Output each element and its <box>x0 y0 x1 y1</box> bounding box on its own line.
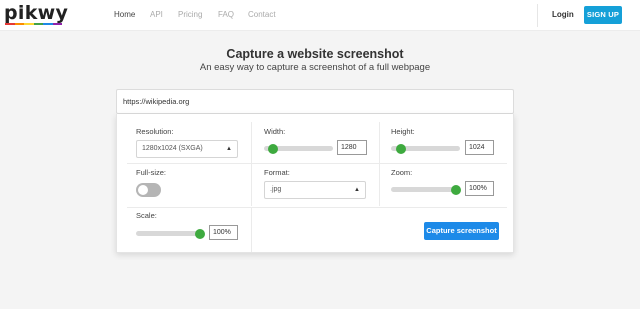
nav-pricing[interactable]: Pricing <box>178 10 202 20</box>
height-label: Height: <box>391 127 415 136</box>
toggle-knob <box>138 185 148 195</box>
logo-bar-segment <box>14 23 24 25</box>
panel-divider <box>251 208 252 252</box>
logo-text: pikwy <box>4 2 69 24</box>
header-divider <box>537 4 538 27</box>
zoom-slider-track[interactable] <box>391 187 460 192</box>
nav-contact[interactable]: Contact <box>248 10 276 20</box>
logo-bar-segment <box>52 23 62 25</box>
scale-label: Scale: <box>136 211 157 220</box>
height-slider-thumb[interactable] <box>396 144 406 154</box>
format-label: Format: <box>264 168 290 177</box>
fullsize-toggle[interactable] <box>136 183 161 197</box>
resolution-label: Resolution: <box>136 127 174 136</box>
top-header: pikwy Home API Pricing FAQ Contact Login… <box>0 0 640 31</box>
nav-api[interactable]: API <box>150 10 163 20</box>
scale-input[interactable]: 100% <box>209 225 238 240</box>
panel-divider <box>379 122 380 206</box>
scale-slider-track[interactable] <box>136 231 204 236</box>
panel-divider <box>127 207 507 208</box>
zoom-slider-thumb[interactable] <box>451 185 461 195</box>
scale-slider-thumb[interactable] <box>195 229 205 239</box>
fullsize-label: Full-size: <box>136 168 167 177</box>
url-input[interactable] <box>116 89 514 114</box>
height-input[interactable]: 1024 <box>465 140 494 155</box>
page-title: Capture a website screenshot <box>226 47 404 61</box>
zoom-input[interactable]: 100% <box>465 181 494 196</box>
panel-divider <box>251 122 252 206</box>
pikwy-logo[interactable]: pikwy <box>4 2 68 30</box>
zoom-label: Zoom: <box>391 168 413 177</box>
signup-button[interactable]: SIGN UP <box>584 6 622 24</box>
nav-faq[interactable]: FAQ <box>218 10 234 20</box>
nav-home[interactable]: Home <box>114 10 135 20</box>
resolution-select[interactable]: 1280x1024 (SXGA) ▲︎ <box>136 140 238 158</box>
format-select[interactable]: .jpg ▲︎ <box>264 181 366 199</box>
logo-bar-segment <box>5 23 15 25</box>
format-value: .jpg <box>270 186 282 193</box>
width-input[interactable]: 1280 <box>337 140 367 155</box>
width-slider-thumb[interactable] <box>268 144 278 154</box>
login-link[interactable]: Login <box>552 10 574 20</box>
logo-bar-segment <box>33 23 43 25</box>
logo-bar-segment <box>43 23 53 25</box>
logo-color-bar <box>5 23 62 25</box>
resolution-value: 1280x1024 (SXGA) <box>142 145 203 152</box>
width-label: Width: <box>264 127 286 136</box>
capture-screenshot-button[interactable]: Capture screenshot <box>424 222 499 240</box>
panel-divider <box>127 163 507 164</box>
select-arrows-icon: ▲︎ <box>354 187 360 193</box>
select-arrows-icon: ▲︎ <box>226 146 232 152</box>
logo-bar-segment <box>24 23 34 25</box>
page-subtitle: An easy way to capture a screenshot of a… <box>199 62 431 73</box>
